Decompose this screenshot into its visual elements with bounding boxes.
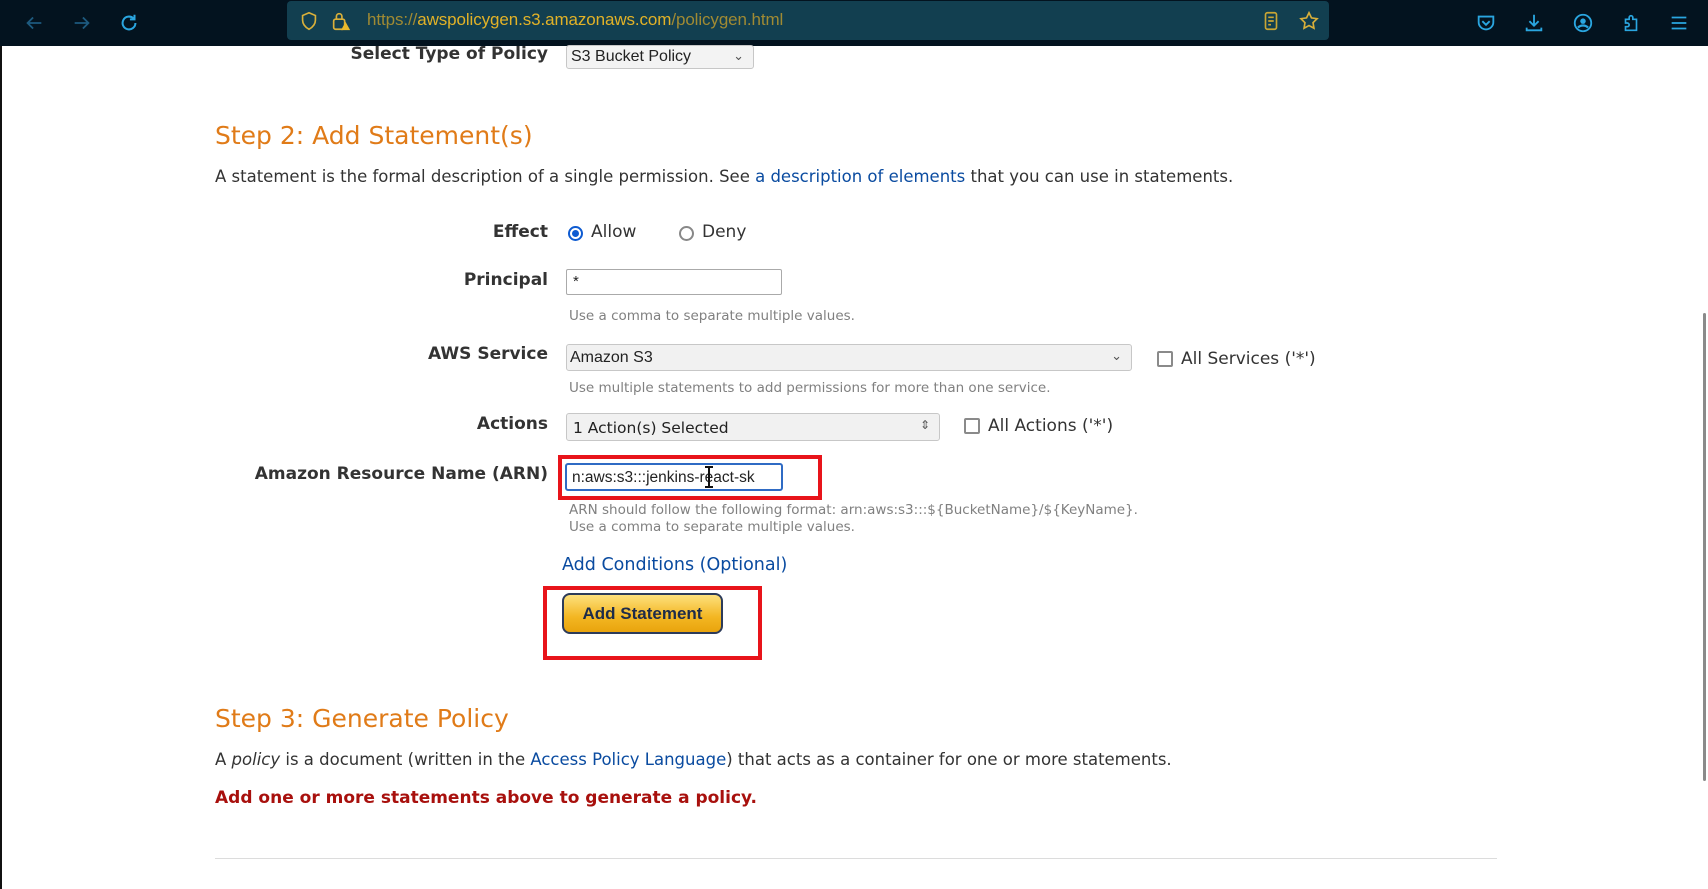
effect-deny-label[interactable]: Deny (702, 222, 746, 242)
aws-service-value: Amazon S3 (570, 349, 653, 366)
shield-icon[interactable] (297, 9, 321, 33)
reload-icon[interactable] (117, 11, 141, 35)
text-cursor-icon (705, 466, 713, 488)
description-of-elements-link[interactable]: a description of elements (755, 167, 965, 186)
add-statement-button[interactable]: Add Statement (562, 593, 723, 634)
account-icon[interactable] (1571, 11, 1595, 35)
arn-hint-comma: Use a comma to separate multiple values. (569, 519, 855, 535)
step3-intro-end: ) that acts as a container for one or mo… (726, 750, 1172, 769)
url-text[interactable]: https://awspolicygen.s3.amazonaws.com/po… (367, 10, 783, 30)
url-path: /policygen.html (671, 10, 784, 29)
menu-icon[interactable] (1667, 11, 1691, 35)
back-icon[interactable] (22, 11, 46, 35)
downloads-icon[interactable] (1522, 11, 1546, 35)
policy-type-value: S3 Bucket Policy (571, 48, 692, 65)
step2-intro-text: A statement is the formal description of… (215, 167, 756, 186)
step3-intro-middle: is a document (written in the (280, 750, 531, 769)
step2-heading: Step 2: Add Statement(s) (215, 121, 533, 150)
forward-icon[interactable] (70, 11, 94, 35)
step3-intro-text: A (215, 750, 232, 769)
all-services-checkbox[interactable] (1157, 351, 1173, 367)
step3-heading: Step 3: Generate Policy (215, 704, 509, 733)
step2-intro: A statement is the formal description of… (215, 167, 1233, 186)
reader-view-icon[interactable] (1259, 9, 1283, 33)
effect-label: Effect (492, 222, 548, 242)
url-host: awspolicygen.s3.amazonaws.com (417, 10, 672, 29)
all-actions-checkbox[interactable] (964, 418, 980, 434)
effect-allow-label[interactable]: Allow (591, 222, 636, 242)
effect-allow-radio[interactable] (568, 226, 583, 241)
url-bar[interactable]: https://awspolicygen.s3.amazonaws.com/po… (287, 1, 1329, 40)
arn-label: Amazon Resource Name (ARN) (254, 464, 548, 484)
lock-warning-icon[interactable] (329, 9, 353, 33)
all-services-label[interactable]: All Services ('*') (1181, 349, 1316, 369)
updown-arrow-icon: ⇕ (919, 418, 930, 432)
extensions-icon[interactable] (1619, 11, 1643, 35)
chevron-down-icon: ⌄ (1111, 348, 1122, 363)
policy-type-label: Select Type of Policy (350, 44, 548, 64)
principal-input[interactable]: * (566, 269, 782, 295)
policy-type-select[interactable]: S3 Bucket Policy ⌄ (566, 45, 754, 69)
pocket-icon[interactable] (1474, 11, 1498, 35)
step2-intro-text-end: that you can use in statements. (965, 167, 1234, 186)
window-border (0, 46, 2, 889)
aws-service-label: AWS Service (428, 344, 548, 364)
section-divider (215, 858, 1497, 859)
bookmark-star-icon[interactable] (1297, 9, 1321, 33)
aws-service-hint: Use multiple statements to add permissio… (569, 380, 1051, 396)
arn-hint-format: ARN should follow the following format: … (569, 502, 1138, 518)
effect-deny-radio[interactable] (679, 226, 694, 241)
arn-value: n:aws:s3:::jenkins-react-sk (572, 469, 755, 486)
principal-hint: Use a comma to separate multiple values. (569, 308, 855, 324)
chevron-down-icon: ⌄ (733, 48, 744, 63)
aws-service-select[interactable]: Amazon S3 ⌄ (566, 344, 1132, 371)
step3-intro: A policy is a document (written in the A… (215, 750, 1172, 769)
actions-select[interactable]: 1 Action(s) Selected ⇕ (566, 413, 940, 441)
no-statements-error: Add one or more statements above to gene… (215, 788, 758, 808)
actions-label: Actions (476, 414, 548, 434)
access-policy-language-link[interactable]: Access Policy Language (530, 750, 726, 769)
browser-toolbar: https://awspolicygen.s3.amazonaws.com/po… (0, 0, 1708, 46)
add-conditions-link[interactable]: Add Conditions (Optional) (562, 555, 787, 575)
actions-value: 1 Action(s) Selected (573, 419, 729, 437)
policy-emphasis: policy (231, 750, 281, 769)
arn-input[interactable]: n:aws:s3:::jenkins-react-sk (565, 463, 783, 491)
principal-label: Principal (463, 270, 548, 290)
url-prefix: https:// (367, 10, 418, 29)
principal-value: * (573, 273, 579, 290)
all-actions-label[interactable]: All Actions ('*') (988, 416, 1113, 436)
page-scrollbar[interactable] (1703, 313, 1706, 781)
